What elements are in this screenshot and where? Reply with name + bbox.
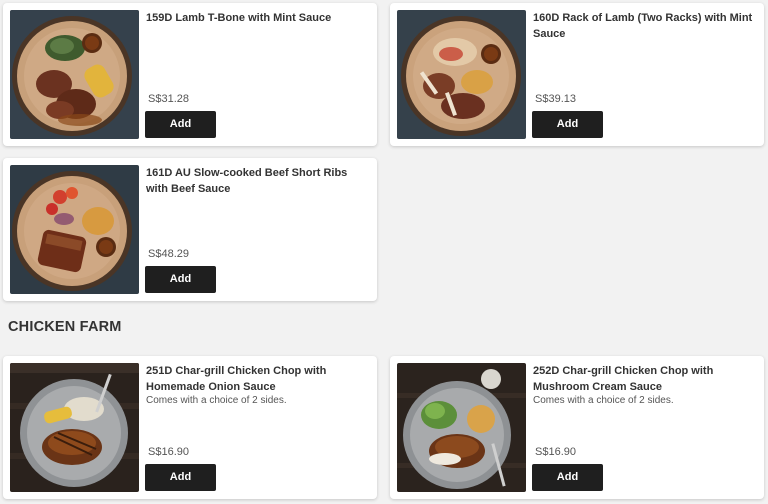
- dish-photo-image: [10, 363, 139, 492]
- menu-item-card[interactable]: 161D AU Slow-cooked Beef Short Ribs with…: [3, 158, 377, 301]
- add-button[interactable]: Add: [145, 266, 216, 293]
- dish-price: S$16.90: [535, 446, 576, 458]
- add-button[interactable]: Add: [532, 464, 603, 491]
- dish-price: S$48.29: [148, 248, 189, 260]
- dish-photo[interactable]: [10, 10, 139, 139]
- add-button[interactable]: Add: [532, 111, 603, 138]
- dish-title: 159D Lamb T-Bone with Mint Sauce: [146, 12, 332, 24]
- dish-title: 160D Rack of Lamb (Two Racks) with Mint …: [533, 12, 753, 40]
- menu-item-card[interactable]: 251D Char-grill Chicken Chop with Homema…: [3, 356, 377, 499]
- add-button[interactable]: Add: [145, 111, 216, 138]
- dish-description: Comes with a choice of 2 sides.: [146, 395, 287, 406]
- dish-title: 251D Char-grill Chicken Chop with Homema…: [146, 365, 327, 393]
- dish-photo[interactable]: [397, 10, 526, 139]
- dish-price: S$16.90: [148, 446, 189, 458]
- dish-photo-image: [397, 363, 526, 492]
- dish-photo-image: [10, 10, 139, 139]
- menu-item-card[interactable]: 160D Rack of Lamb (Two Racks) with Mint …: [390, 3, 764, 146]
- dish-photo-image: [10, 165, 139, 294]
- dish-price: S$39.13: [535, 93, 576, 105]
- dish-description: Comes with a choice of 2 sides.: [533, 395, 674, 406]
- section-heading: CHICKEN FARM: [8, 319, 122, 335]
- dish-photo[interactable]: [397, 363, 526, 492]
- dish-photo-image: [397, 10, 526, 139]
- dish-title: 252D Char-grill Chicken Chop with Mushro…: [533, 365, 714, 393]
- dish-photo[interactable]: [10, 363, 139, 492]
- add-button[interactable]: Add: [145, 464, 216, 491]
- dish-price: S$31.28: [148, 93, 189, 105]
- dish-title: 161D AU Slow-cooked Beef Short Ribs with…: [146, 167, 348, 195]
- menu-item-card[interactable]: 159D Lamb T-Bone with Mint Sauce S$31.28…: [3, 3, 377, 146]
- menu-item-card[interactable]: 252D Char-grill Chicken Chop with Mushro…: [390, 356, 764, 499]
- dish-photo[interactable]: [10, 165, 139, 294]
